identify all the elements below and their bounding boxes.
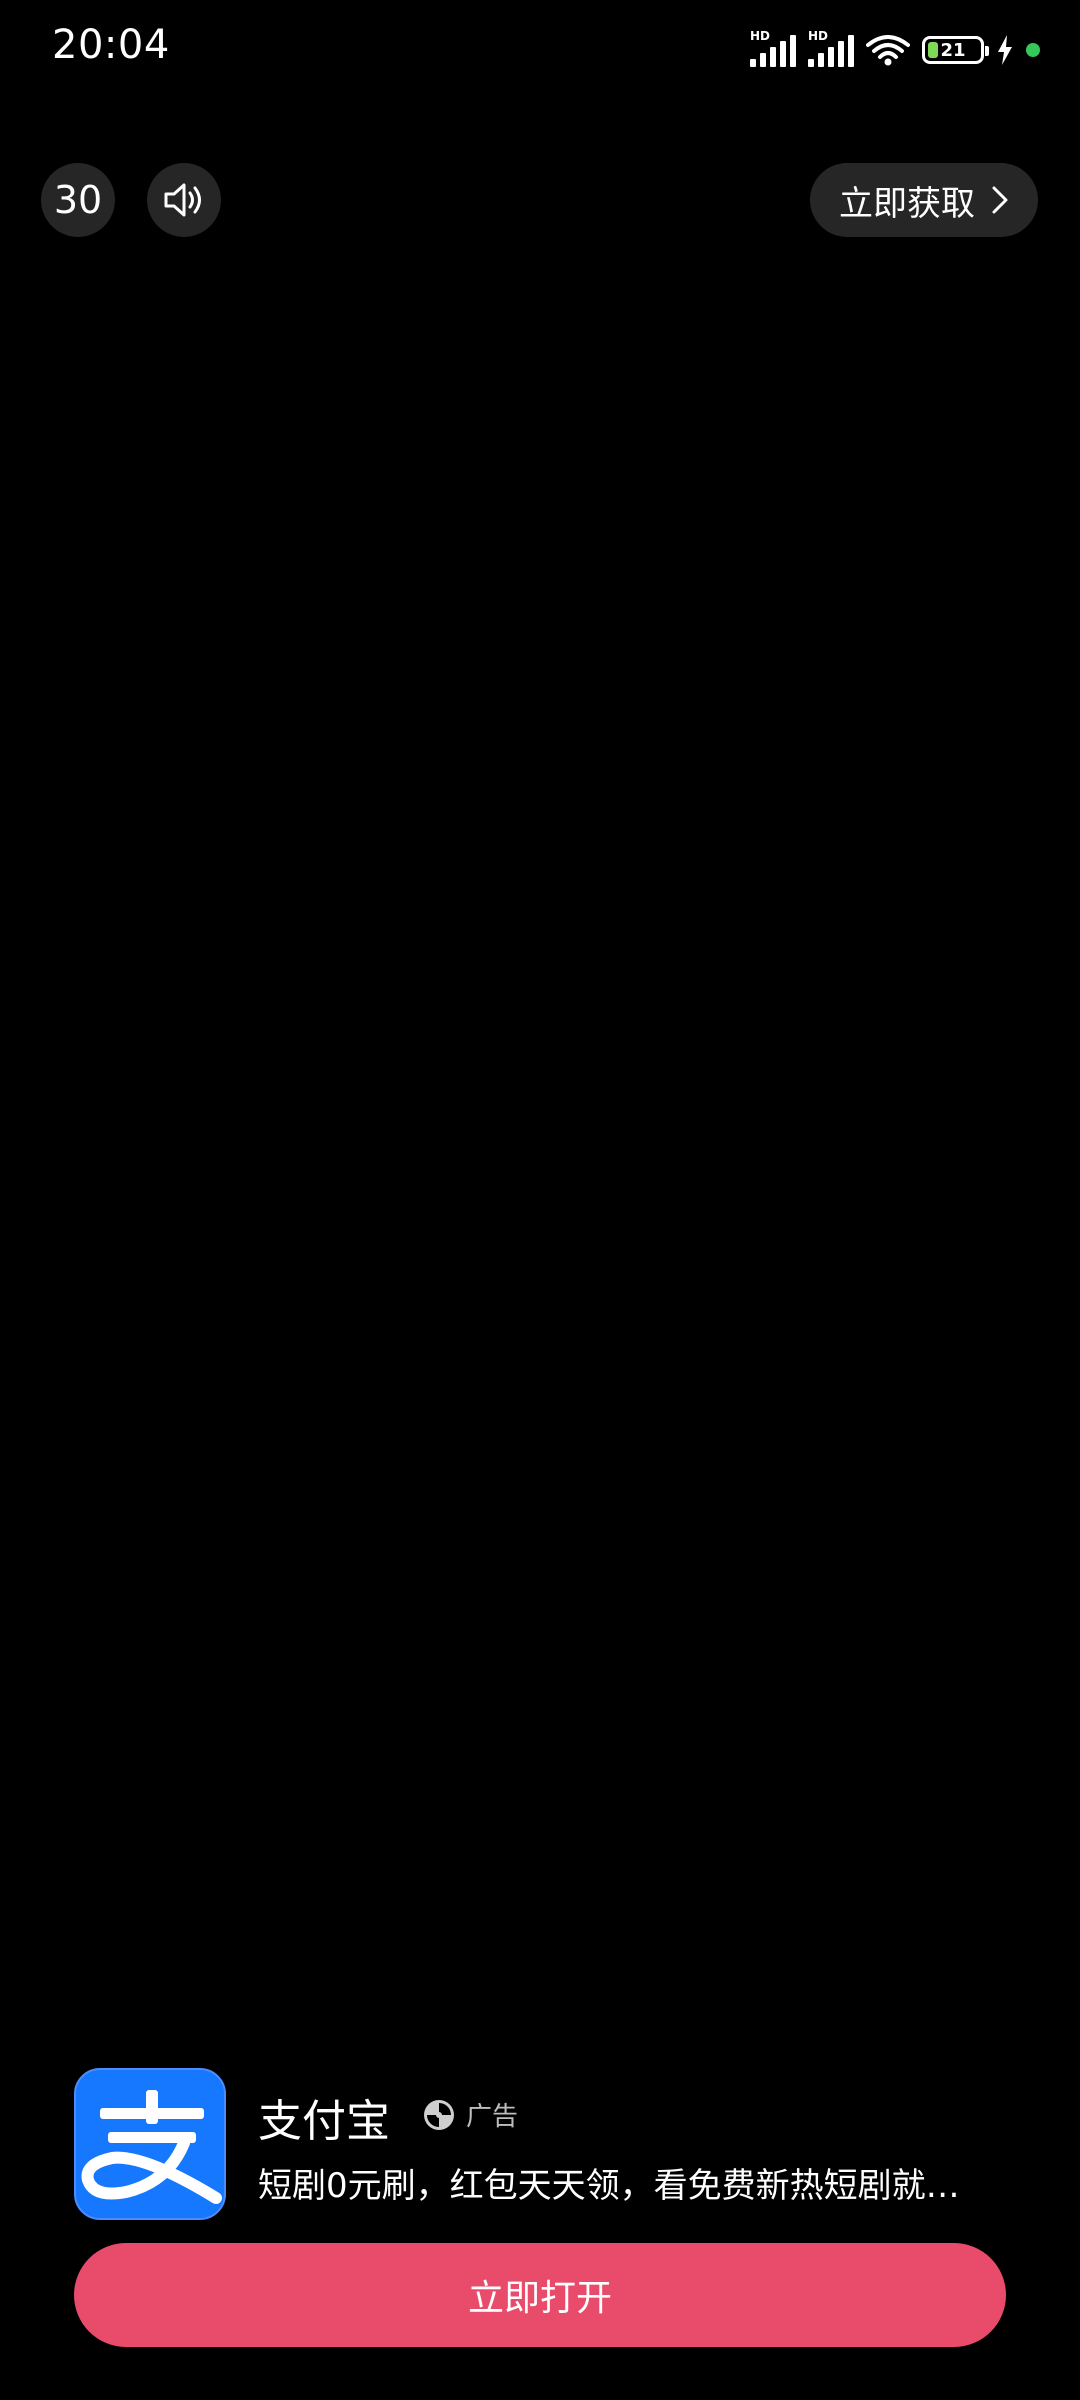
- status-icons: HD HD 21: [750, 29, 1040, 70]
- sound-toggle-button[interactable]: [147, 163, 221, 237]
- signal-hd-label: HD: [750, 29, 771, 43]
- status-bar: 20:04 HD HD 21: [0, 0, 1080, 100]
- status-time: 20:04: [52, 22, 170, 68]
- wifi-icon: [866, 35, 910, 66]
- ad-label-group: 广告: [422, 2096, 518, 2133]
- open-app-label: 立即打开: [467, 2278, 612, 2319]
- ad-label: 广告: [466, 2102, 519, 2132]
- signal-hd-label: HD: [808, 29, 829, 43]
- chevron-right-icon: [992, 186, 1008, 214]
- signal-icon: HD: [808, 29, 854, 67]
- app-name: 支付宝: [258, 2096, 390, 2147]
- countdown-badge: 30: [41, 163, 115, 237]
- ad-description: 短剧0元刷，红包天天领，看免费新热短剧就…: [258, 2166, 960, 2206]
- countdown-text: 30: [53, 178, 103, 222]
- charging-icon: [998, 35, 1012, 65]
- speaker-icon: [164, 183, 201, 217]
- alipay-logo-icon[interactable]: [74, 2068, 226, 2220]
- dot-indicator: [1026, 43, 1040, 57]
- battery-level: 21: [940, 39, 966, 61]
- open-app-button[interactable]: 立即打开: [74, 2243, 1006, 2347]
- ad-network-icon: [424, 2099, 454, 2130]
- get-now-button[interactable]: 立即获取: [810, 163, 1038, 237]
- battery-icon: 21: [922, 36, 989, 64]
- get-now-label: 立即获取: [839, 183, 975, 224]
- signal-icon: HD: [750, 29, 796, 67]
